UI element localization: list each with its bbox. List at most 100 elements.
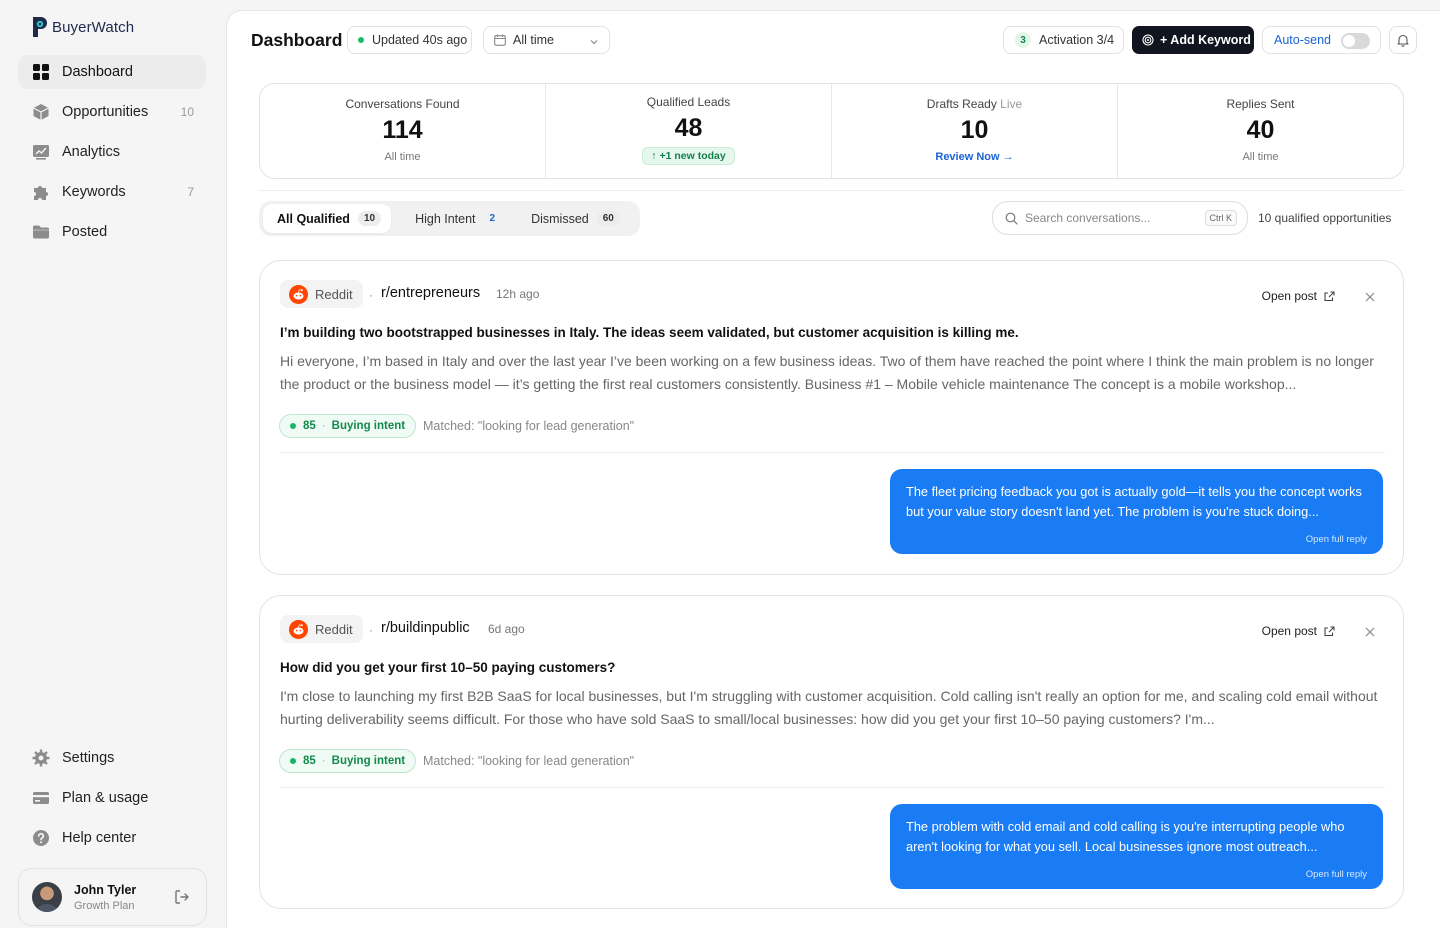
tab-count: 2 — [489, 213, 496, 224]
separator: · — [321, 755, 326, 767]
sidebar-item-keywords[interactable]: Keywords 7 — [18, 175, 206, 209]
post-time: 12h ago — [496, 287, 540, 301]
stat-label: Qualified Leads — [646, 95, 731, 109]
autosend-toggle[interactable]: Auto-send — [1262, 26, 1381, 54]
user-card[interactable]: John Tyler Growth Plan — [18, 868, 207, 926]
sidebar-nav: Dashboard Opportunities 10 Analytics Key… — [18, 55, 206, 255]
sidebar-item-posted[interactable]: Posted — [18, 215, 206, 249]
draft-reply-bubble[interactable]: The fleet pricing feedback you got is ac… — [890, 469, 1383, 554]
tab-high-intent[interactable]: High Intent 2 — [401, 204, 515, 233]
updated-status: Updated 40s ago — [347, 26, 472, 54]
sidebar-item-dashboard[interactable]: Dashboard — [18, 55, 206, 89]
separator: · — [369, 288, 373, 302]
post-body: Hi everyone, I’m based in Italy and over… — [280, 353, 1374, 392]
stat-label: Conversations Found — [345, 97, 460, 111]
review-now-link[interactable]: Review Now → — [832, 151, 1117, 163]
sidebar-item-analytics[interactable]: Analytics — [18, 135, 206, 169]
dashboard-icon — [32, 63, 50, 81]
keywords-count: 7 — [187, 185, 194, 199]
live-label: Live — [1000, 97, 1023, 111]
matched-keyword: Matched: "looking for lead generation" — [423, 754, 635, 768]
sidebar-item-label: Keywords — [62, 184, 126, 200]
avatar — [32, 882, 62, 912]
target-icon — [1142, 34, 1154, 46]
stat-value: 48 — [674, 114, 703, 142]
intent-score: 85 — [303, 420, 316, 432]
toggle-switch[interactable] — [1341, 33, 1370, 49]
keyboard-shortcut-hint: Ctrl K — [1204, 210, 1237, 226]
notifications-button[interactable] — [1389, 26, 1417, 54]
sidebar-item-label: Plan & usage — [62, 790, 149, 806]
qualified-count: 10 qualified opportunities — [1258, 211, 1392, 225]
tab-label: All Qualified — [277, 211, 350, 226]
sidebar-item-plan[interactable]: Plan & usage — [18, 781, 206, 815]
separator: · — [369, 623, 373, 637]
tab-label: Dismissed — [531, 211, 589, 226]
stat-value: 10 — [960, 116, 989, 144]
intent-label: Buying intent — [331, 755, 406, 767]
tab-label: High Intent — [415, 211, 476, 226]
draft-reply-bubble[interactable]: The problem with cold email and cold cal… — [890, 804, 1383, 889]
open-post-link[interactable]: Open post — [1262, 289, 1335, 303]
activation-step-badge: 3 — [1015, 32, 1031, 48]
time-filter-select[interactable]: All time — [483, 26, 610, 54]
post-body: I'm close to launching my first B2B SaaS… — [280, 688, 1378, 727]
open-post-label: Open post — [1261, 624, 1317, 638]
credit-card-icon — [32, 789, 50, 807]
intent-dot-icon — [290, 758, 296, 764]
search-box: Ctrl K — [992, 201, 1248, 235]
divider — [259, 190, 1404, 191]
intent-badge: 85 · Buying intent — [279, 749, 417, 773]
post-title[interactable]: How did you get your first 10–50 paying … — [280, 660, 615, 675]
tab-all-qualified[interactable]: All Qualified 10 — [263, 204, 392, 233]
stat-conversations-found: Conversations Found 114 All time — [260, 84, 546, 178]
help-icon — [32, 829, 50, 847]
new-today-badge: ↑ +1 new today — [642, 147, 735, 165]
source-badge: Reddit — [280, 615, 363, 643]
draft-reply-text: The fleet pricing feedback you got is ac… — [906, 484, 1362, 519]
logo-icon — [32, 16, 48, 38]
open-full-reply-link[interactable]: Open full reply — [1306, 534, 1367, 545]
tab-dismissed[interactable]: Dismissed 60 — [517, 204, 634, 233]
post-title[interactable]: I’m building two bootstrapped businesses… — [280, 325, 1019, 340]
stat-label: Replies Sent — [1226, 97, 1295, 111]
external-link-icon — [1324, 290, 1335, 302]
gear-icon — [32, 749, 50, 767]
filter-tabs: All Qualified 10 High Intent 2 Dismissed… — [259, 201, 640, 236]
stats-panel: Conversations Found 114 All time Qualifi… — [259, 83, 1404, 179]
divider — [280, 787, 1385, 788]
chevron-down-icon — [589, 36, 599, 50]
sidebar-item-opportunities[interactable]: Opportunities 10 — [18, 95, 206, 129]
stat-value: 114 — [382, 116, 423, 144]
stat-value: 40 — [1246, 116, 1275, 144]
logout-icon[interactable] — [174, 889, 190, 910]
open-full-reply-link[interactable]: Open full reply — [1306, 869, 1367, 880]
time-filter-value: All time — [513, 33, 554, 47]
add-keyword-button[interactable]: + Add Keyword — [1132, 26, 1254, 54]
sidebar-item-help[interactable]: Help center — [18, 821, 206, 855]
folder-icon — [32, 223, 50, 241]
updated-text: Updated 40s ago — [372, 33, 468, 47]
search-icon — [1005, 212, 1018, 225]
activation-button[interactable]: 3 Activation 3/4 — [1003, 26, 1124, 54]
app-logo[interactable]: BuyerWatch — [32, 16, 134, 38]
subreddit-link[interactable]: r/entrepreneurs — [381, 285, 480, 301]
top-bar: Dashboard Updated 40s ago All time 3 Act… — [227, 11, 1440, 71]
sidebar-item-settings[interactable]: Settings — [18, 741, 206, 775]
chart-icon — [32, 143, 50, 161]
search-input[interactable] — [1025, 211, 1195, 225]
page-title: Dashboard — [251, 30, 343, 50]
post-time: 6d ago — [488, 622, 525, 636]
user-name: John Tyler — [74, 882, 137, 897]
open-post-link[interactable]: Open post — [1262, 624, 1335, 638]
sidebar-item-label: Opportunities — [62, 104, 149, 120]
subreddit-link[interactable]: r/buildinpublic — [381, 620, 470, 636]
opportunity-card: Reddit · r/buildinpublic 6d ago Open pos… — [259, 595, 1404, 909]
calendar-icon — [494, 34, 506, 46]
draft-reply-text: The problem with cold email and cold cal… — [906, 819, 1345, 854]
dismiss-close-icon[interactable] — [1365, 624, 1375, 642]
dismiss-close-icon[interactable] — [1365, 289, 1375, 307]
bell-icon — [1396, 33, 1410, 47]
reddit-icon — [289, 619, 308, 639]
matched-keyword: Matched: "looking for lead generation" — [423, 419, 635, 433]
